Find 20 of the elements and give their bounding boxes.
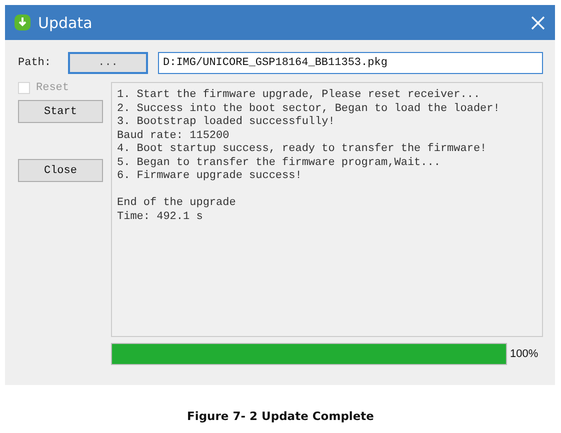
close-button[interactable]: Close bbox=[18, 159, 103, 182]
log-line: 6. Firmware upgrade success! bbox=[117, 170, 303, 184]
log-line: 3. Bootstrap loaded successfully! bbox=[117, 116, 336, 130]
log-line: Time: 492.1 s bbox=[117, 210, 204, 224]
log-line: End of the upgrade bbox=[117, 197, 237, 210]
progress-reading: 100% bbox=[510, 348, 538, 360]
download-icon bbox=[14, 14, 31, 31]
figure-caption: Figure 7- 2 Update Complete bbox=[186, 409, 375, 423]
path-field[interactable]: D:IMG/UNICORE_GSP18164_BB11353.pkg bbox=[158, 52, 543, 74]
path-label: Path: bbox=[18, 57, 52, 69]
window-title: Updata bbox=[38, 14, 94, 32]
log-line: 5. Began to transfer the firmware program,Wait... bbox=[117, 156, 442, 170]
log-line: 4. Boot startup success, ready to transfer the firmware! bbox=[117, 143, 488, 156]
log-line: Baud rate: 115200 bbox=[117, 130, 230, 143]
reset-label: Reset bbox=[36, 82, 70, 94]
log-line: 1. Start the firmware upgrade, Please reset receiver... bbox=[117, 89, 482, 102]
close-icon[interactable] bbox=[531, 16, 545, 30]
start-button[interactable]: Start bbox=[18, 100, 103, 123]
browse-button[interactable]: ... bbox=[68, 52, 148, 74]
log-line: 2. Success into the boot sector, Began to load the loader! bbox=[117, 102, 501, 116]
